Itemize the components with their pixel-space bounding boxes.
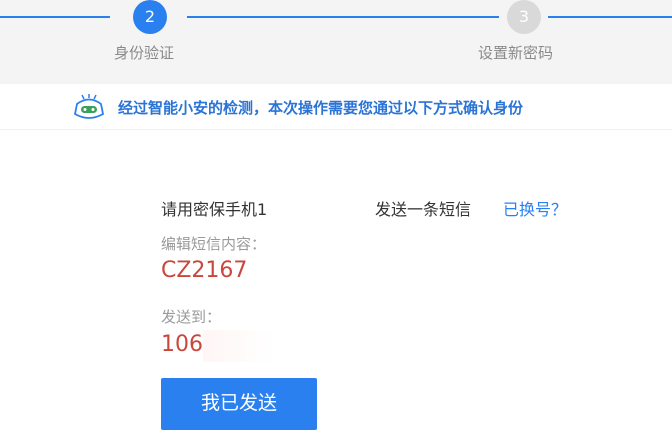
step-connector [187,16,499,18]
step-3-label: 设置新密码 [478,44,554,62]
security-notice: 经过智能小安的检测，本次操作需要您通过以下方式确认身份 [0,84,672,130]
sms-content-value: CZ2167 [161,258,248,283]
instruction-suffix: 发送一条短信 [375,200,472,219]
send-to-label: 发送到： [161,308,222,326]
progress-stepper: 2 3 身份验证 设置新密码 [0,0,672,84]
redacted-number [203,330,323,362]
step-2-indicator: 2 [133,0,167,34]
changed-number-link[interactable]: 已换号？ [503,196,567,220]
send-to-value: 106 [161,332,203,357]
sent-confirm-button[interactable]: 我已发送 [161,378,317,430]
step-2-label: 身份验证 [114,44,175,62]
notice-text: 经过智能小安的检测，本次操作需要您通过以下方式确认身份 [118,99,524,117]
step-connector [0,16,110,18]
sms-content-label: 编辑短信内容： [161,235,267,253]
step-connector [548,16,672,18]
robot-icon [73,94,105,119]
redacted-phone [283,193,375,217]
instruction-prefix: 请用密保手机1 [161,200,268,219]
step-3-indicator: 3 [507,0,541,34]
verification-page: 2 3 身份验证 设置新密码 经过智能小安的检测，本次操作需要您通过以下方式确认… [0,0,672,433]
